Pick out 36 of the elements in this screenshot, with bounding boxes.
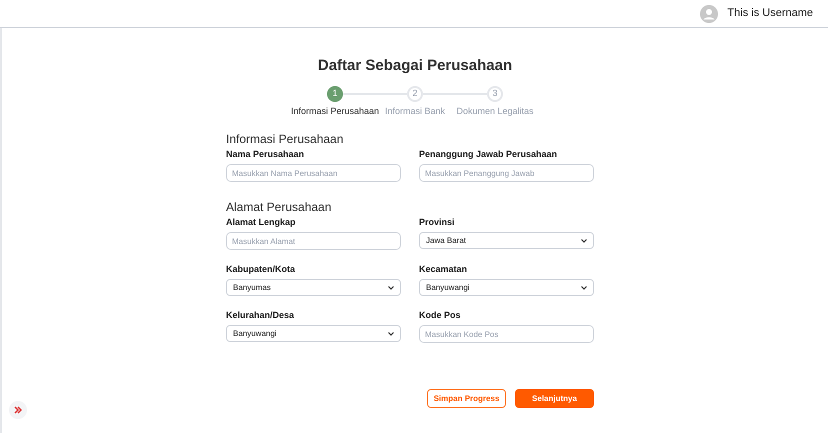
- field-label: Alamat Lengkap: [226, 217, 297, 227]
- input-field[interactable]: Masukkan Alamat: [226, 232, 401, 250]
- section-heading: Informasi Perusahaan: [226, 132, 344, 146]
- step-number: 3: [487, 86, 503, 102]
- double-chevron-icon: [14, 406, 22, 414]
- dropdown-value: Banyumas: [233, 282, 271, 294]
- field-label: Kelurahan/Desa: [226, 310, 296, 320]
- field-label: Provinsi: [419, 217, 456, 227]
- dropdown[interactable]: Banyuwangi: [226, 325, 401, 342]
- field-label: Kode Pos: [419, 310, 462, 320]
- field-label: Penanggung Jawab Perusahaan: [419, 149, 558, 159]
- chevron-down-icon: [388, 286, 394, 290]
- input-field[interactable]: Masukkan Nama Perusahaan: [226, 164, 401, 182]
- field-label: Kecamatan: [419, 264, 468, 274]
- input-field[interactable]: Masukkan Kode Pos: [419, 325, 594, 343]
- step-number: 2: [407, 86, 423, 102]
- chevron-down-icon: [388, 332, 394, 336]
- chevron-down-icon: [581, 238, 587, 242]
- dropdown-value: Banyuwangi: [233, 328, 277, 340]
- dropdown[interactable]: Jawa Barat: [419, 232, 594, 249]
- field-label: Kabupaten/Kota: [226, 264, 296, 274]
- page-title: Daftar Sebagai Perusahaan: [318, 56, 512, 76]
- username: This is Username: [727, 6, 813, 22]
- section-heading: Alamat Perusahaan: [226, 200, 332, 214]
- expand-button[interactable]: [9, 401, 27, 419]
- dropdown[interactable]: Banyumas: [226, 279, 401, 296]
- step-label: Informasi Bank: [384, 104, 446, 118]
- input-field[interactable]: Masukkan Penanggung Jawab: [419, 164, 594, 182]
- dropdown[interactable]: Banyuwangi: [419, 279, 594, 296]
- dropdown-value: Jawa Barat: [426, 234, 466, 246]
- step-label: Informasi Perusahaan: [290, 104, 380, 118]
- step-number: 1: [327, 86, 343, 102]
- dropdown-value: Banyuwangi: [426, 282, 470, 294]
- step-label: Dokumen Legalitas: [456, 104, 534, 118]
- chevron-down-icon: [581, 286, 587, 290]
- field-label: Nama Perusahaan: [226, 149, 306, 159]
